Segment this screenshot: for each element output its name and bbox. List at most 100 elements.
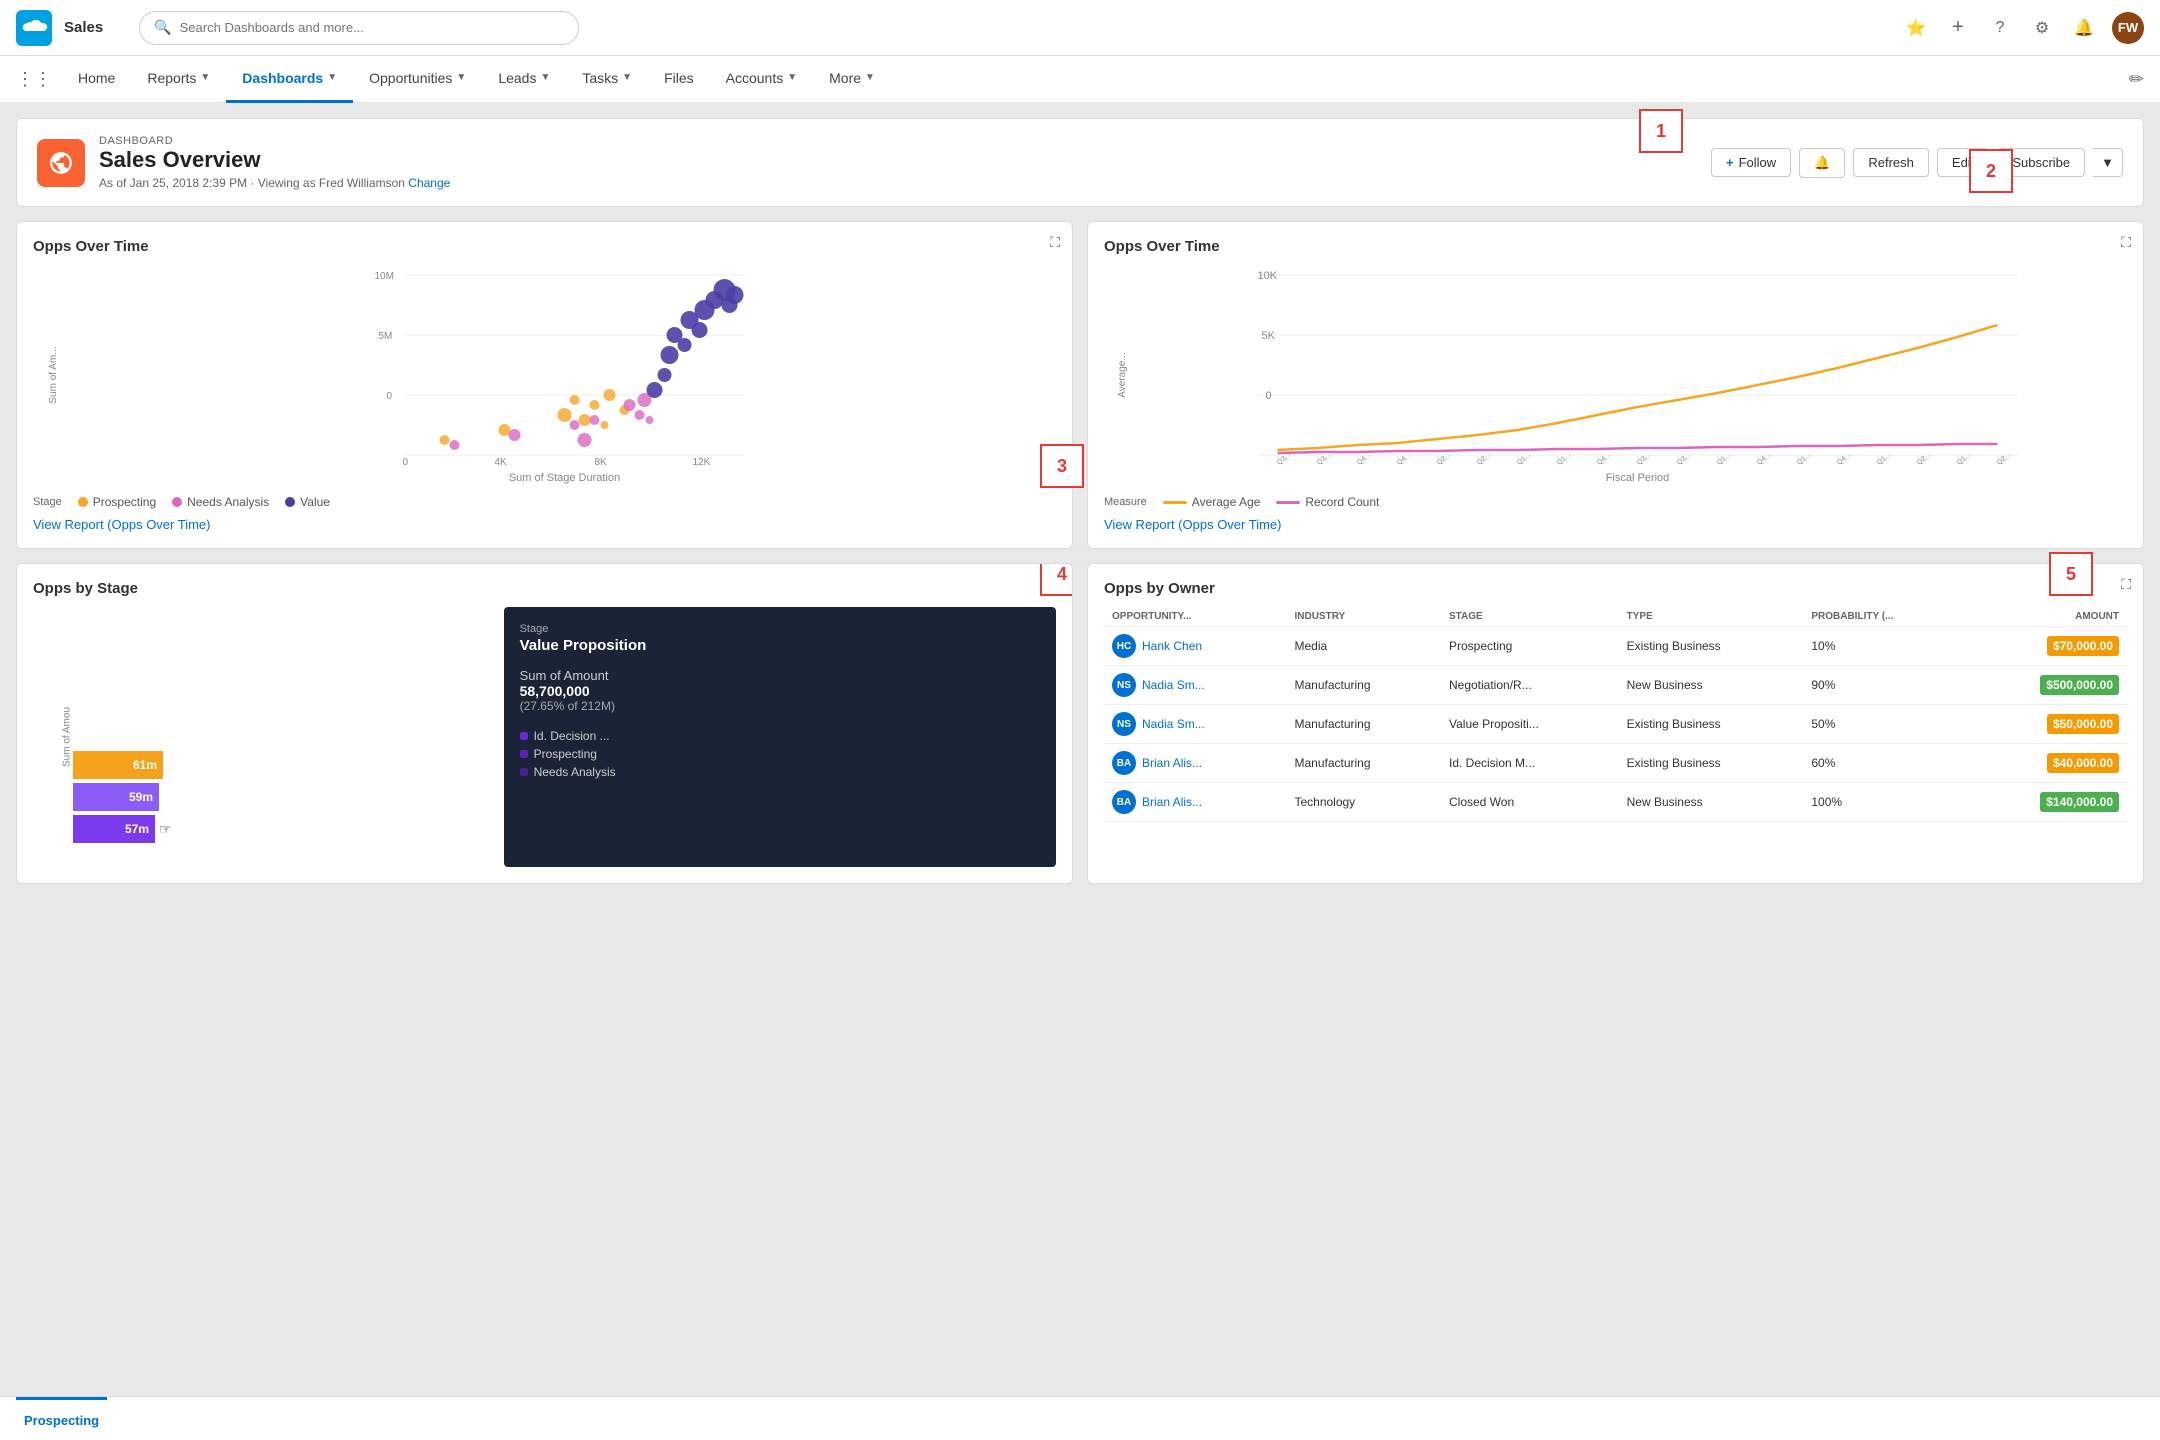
chart2-y-label: Average... bbox=[1117, 353, 1128, 398]
cell-name: HC Hank Chen bbox=[1104, 627, 1286, 666]
salesforce-logo[interactable] bbox=[16, 10, 52, 46]
cell-amount: $50,000.00 bbox=[1968, 705, 2127, 744]
svg-text:10M: 10M bbox=[375, 271, 394, 282]
secondary-nav: ⋮⋮ Home Reports ▼ Dashboards ▼ Opportuni… bbox=[0, 56, 2160, 104]
svg-text:5K: 5K bbox=[1262, 330, 1276, 342]
col-opportunity: OPPORTUNITY... bbox=[1104, 607, 1286, 627]
col-amount: AMOUNT bbox=[1968, 607, 2127, 627]
table-row: BA Brian Alis... Technology Closed Won N… bbox=[1104, 783, 2127, 822]
cell-industry: Manufacturing bbox=[1286, 705, 1441, 744]
amount-badge: $500,000.00 bbox=[2040, 675, 2119, 695]
cell-amount: $40,000.00 bbox=[1968, 744, 2127, 783]
cell-type: Existing Business bbox=[1619, 705, 1804, 744]
tooltip-amount-label: Sum of Amount bbox=[520, 668, 1040, 683]
nav-item-more[interactable]: More ▼ bbox=[813, 55, 891, 103]
settings-icon[interactable]: ⚙ bbox=[2028, 14, 2056, 42]
dashboard-label: DASHBOARD bbox=[99, 135, 1711, 147]
owner-table: OPPORTUNITY... INDUSTRY STAGE TYPE PROBA… bbox=[1104, 607, 2127, 822]
owner-link[interactable]: HC Hank Chen bbox=[1112, 634, 1278, 658]
nav-item-files[interactable]: Files bbox=[648, 55, 710, 103]
leads-chevron: ▼ bbox=[540, 72, 550, 83]
refresh-button[interactable]: Refresh bbox=[1853, 148, 1929, 177]
svg-text:Q2...: Q2... bbox=[1916, 452, 1932, 466]
svg-text:Q1...: Q1... bbox=[1716, 452, 1732, 466]
charts-grid-top: 3 Opps Over Time ⛶ Sum of Am... 10M 5M 0 bbox=[16, 221, 2144, 549]
bottom-tab-prospecting[interactable]: Prospecting bbox=[16, 1397, 107, 1440]
nav-item-opportunities[interactable]: Opportunities ▼ bbox=[353, 55, 482, 103]
bell-icon[interactable]: 🔔 bbox=[2070, 14, 2098, 42]
nav-icons: ⭐ + ? ⚙ 🔔 FW bbox=[1902, 12, 2144, 44]
dashboard-title: Sales Overview bbox=[99, 147, 1711, 173]
svg-text:12K: 12K bbox=[693, 457, 711, 465]
nav-item-home[interactable]: Home bbox=[62, 55, 131, 103]
svg-text:Q2...: Q2... bbox=[1436, 452, 1452, 466]
nav-item-tasks[interactable]: Tasks ▼ bbox=[566, 55, 648, 103]
avatar[interactable]: FW bbox=[2112, 12, 2144, 44]
chart2-view-report-link[interactable]: View Report (Opps Over Time) bbox=[1104, 517, 1281, 532]
svg-text:Q2...: Q2... bbox=[1996, 452, 2012, 466]
nav-edit-icon[interactable]: ✏ bbox=[2129, 69, 2144, 90]
nav-item-reports[interactable]: Reports ▼ bbox=[131, 55, 226, 103]
dashboard-subtitle: As of Jan 25, 2018 2:39 PM · Viewing as … bbox=[99, 176, 1711, 190]
cell-amount: $500,000.00 bbox=[1968, 666, 2127, 705]
chart1-x-label: Sum of Stage Duration bbox=[73, 472, 1056, 484]
dashboard-info: DASHBOARD Sales Overview As of Jan 25, 2… bbox=[99, 135, 1711, 190]
svg-text:Q4...: Q4... bbox=[1756, 452, 1772, 466]
add-icon[interactable]: + bbox=[1944, 14, 1972, 42]
owner-link[interactable]: BA Brian Alis... bbox=[1112, 790, 1278, 814]
subscribe-dropdown[interactable]: ▼ bbox=[2093, 148, 2123, 177]
dashboards-chevron: ▼ bbox=[327, 72, 337, 83]
favorites-icon[interactable]: ⭐ bbox=[1902, 14, 1930, 42]
owner-link[interactable]: NS Nadia Sm... bbox=[1112, 673, 1278, 697]
col-industry: INDUSTRY bbox=[1286, 607, 1441, 627]
chart2-legend: Measure Average Age Record Count bbox=[1104, 495, 2127, 509]
app-grid-icon[interactable]: ⋮⋮ bbox=[16, 69, 52, 90]
svg-text:Q4...: Q4... bbox=[1396, 452, 1412, 466]
change-link[interactable]: Change bbox=[408, 176, 450, 190]
owner-link[interactable]: BA Brian Alis... bbox=[1112, 751, 1278, 775]
svg-text:10K: 10K bbox=[1258, 270, 1278, 282]
svg-text:0: 0 bbox=[403, 457, 409, 465]
dashboard-header: 1 2 DASHBOARD Sales Overview As of Jan 2… bbox=[16, 118, 2144, 207]
svg-text:5M: 5M bbox=[379, 331, 393, 342]
col-stage: STAGE bbox=[1441, 607, 1619, 627]
owner-link[interactable]: NS Nadia Sm... bbox=[1112, 712, 1278, 736]
search-input[interactable] bbox=[180, 20, 565, 35]
col-probability: PROBABILITY (... bbox=[1803, 607, 1968, 627]
search-box[interactable]: 🔍 bbox=[139, 11, 579, 45]
svg-text:Q4...: Q4... bbox=[1836, 452, 1852, 466]
chart2-title: Opps Over Time bbox=[1104, 238, 2127, 255]
chart4-expand-icon[interactable]: ⛶ bbox=[2121, 576, 2131, 593]
annotation-3: 3 bbox=[1040, 444, 1084, 488]
chart4-title: Opps by Owner bbox=[1104, 580, 2127, 597]
table-row: HC Hank Chen Media Prospecting Existing … bbox=[1104, 627, 2127, 666]
cell-stage: Negotiation/R... bbox=[1441, 666, 1619, 705]
bottom-bar: Prospecting bbox=[0, 1396, 2160, 1440]
tooltip-legend-item-1: Id. Decision ... bbox=[520, 729, 1040, 743]
cell-amount: $70,000.00 bbox=[1968, 627, 2127, 666]
col-type: TYPE bbox=[1619, 607, 1804, 627]
opportunities-chevron: ▼ bbox=[456, 72, 466, 83]
svg-text:0: 0 bbox=[1266, 390, 1272, 402]
owner-table-header: OPPORTUNITY... INDUSTRY STAGE TYPE PROBA… bbox=[1104, 607, 2127, 627]
svg-text:8K: 8K bbox=[595, 457, 608, 465]
svg-text:Q1...: Q1... bbox=[1876, 452, 1892, 466]
cell-type: New Business bbox=[1619, 666, 1804, 705]
cell-stage: Value Propositi... bbox=[1441, 705, 1619, 744]
nav-item-accounts[interactable]: Accounts ▼ bbox=[710, 55, 814, 103]
chart1-view-report-link[interactable]: View Report (Opps Over Time) bbox=[33, 517, 210, 532]
nav-item-leads[interactable]: Leads ▼ bbox=[482, 55, 566, 103]
legend-item-prospecting: Prospecting bbox=[78, 495, 156, 509]
table-row: BA Brian Alis... Manufacturing Id. Decis… bbox=[1104, 744, 2127, 783]
chart1-expand-icon[interactable]: ⛶ bbox=[1050, 234, 1060, 251]
follow-button[interactable]: + Follow bbox=[1711, 148, 1791, 177]
help-icon[interactable]: ? bbox=[1986, 14, 2014, 42]
bell-button[interactable]: 🔔 bbox=[1799, 148, 1845, 178]
nav-item-dashboards[interactable]: Dashboards ▼ bbox=[226, 55, 353, 103]
tooltip-legend-item-2: Prospecting bbox=[520, 747, 1040, 761]
annotation-4: 4 bbox=[1040, 563, 1073, 596]
tooltip-amount-pct: (27.65% of 212M) bbox=[520, 699, 1040, 713]
chart2-expand-icon[interactable]: ⛶ bbox=[2121, 234, 2131, 251]
accounts-chevron: ▼ bbox=[787, 72, 797, 83]
chart1-footer: Stage Prospecting Needs Analysis Value bbox=[33, 495, 1056, 532]
